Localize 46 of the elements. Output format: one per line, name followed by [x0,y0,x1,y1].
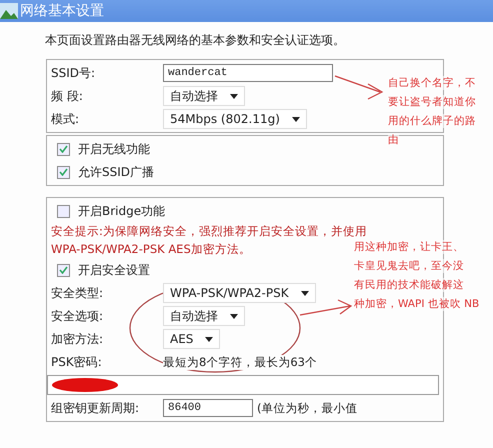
field-label: 安全选项: [51,308,104,324]
intro-text: 本页面设置路由器无线网络的基本参数和安全认证选项。 [45,32,346,49]
checkbox-label: 开启无线功能 [78,140,150,158]
annotation-arrow [299,299,352,316]
field-label: 安全类型: [51,284,104,302]
checkbox-label: 开启Bridge功能 [78,202,166,220]
checkbox[interactable] [57,142,70,156]
caret-icon [292,116,300,122]
field-label: 加密方法: [51,330,104,348]
security-tip: 安全提示:为保障网络安全，强烈推荐开启安全设置，并使用 [51,224,367,239]
checkbox[interactable] [57,166,70,178]
landscape-icon [0,3,18,19]
field-label: 模式: [51,110,80,128]
annotation-text: 用的什么牌子的路 [388,114,476,128]
field-label: SSID号: [51,64,96,82]
checkbox-label: 开启安全设置 [78,262,150,278]
redaction-mark [52,378,118,392]
window-title: 网络基本设置 [20,2,104,20]
annotation-text: 要让盗号者知道你 [388,95,476,109]
caret-icon [205,336,214,342]
annotation-text: 有民用的技术能破解这 [354,278,464,292]
security-tip: WPA-PSK/WPA2-PSK AES加密方法。 [51,242,251,257]
dropdown[interactable]: 自动选择 [163,306,245,326]
checkbox[interactable] [57,264,70,276]
caret-icon [230,94,238,98]
checkbox-label: 允许SSID广播 [78,164,154,180]
dropdown[interactable]: 自动选择 [163,86,245,106]
checkbox[interactable] [57,204,70,218]
caret-icon [300,290,309,296]
annotation-text: 由 [388,133,399,147]
caret-icon [230,314,238,318]
field-label: PSK密码: [51,354,103,370]
field-label: 组密钥更新周期: [51,400,140,416]
dropdown[interactable]: AES [163,329,220,349]
input-field[interactable]: wandercat [163,64,333,82]
field-label: 频 段: [51,88,84,104]
input-field[interactable]: 86400 [163,399,253,417]
annotation-text: 种加密，WAPI 也被吹 NB [354,297,480,311]
annotation-text: 卡皇见鬼去吧，至今没 [354,259,464,273]
annotation-text: 自己换个名字，不 [388,76,476,90]
annotation-arrow [334,75,384,100]
dropdown[interactable]: WPA-PSK/WPA2-PSK [163,283,316,303]
hint-text: 最短为8个字符，最长为63个 [163,354,317,370]
dropdown[interactable]: 54Mbps (802.11g) [163,109,307,129]
unit-note: (单位为秒，最小值 [257,400,358,416]
password-field[interactable] [47,375,439,395]
